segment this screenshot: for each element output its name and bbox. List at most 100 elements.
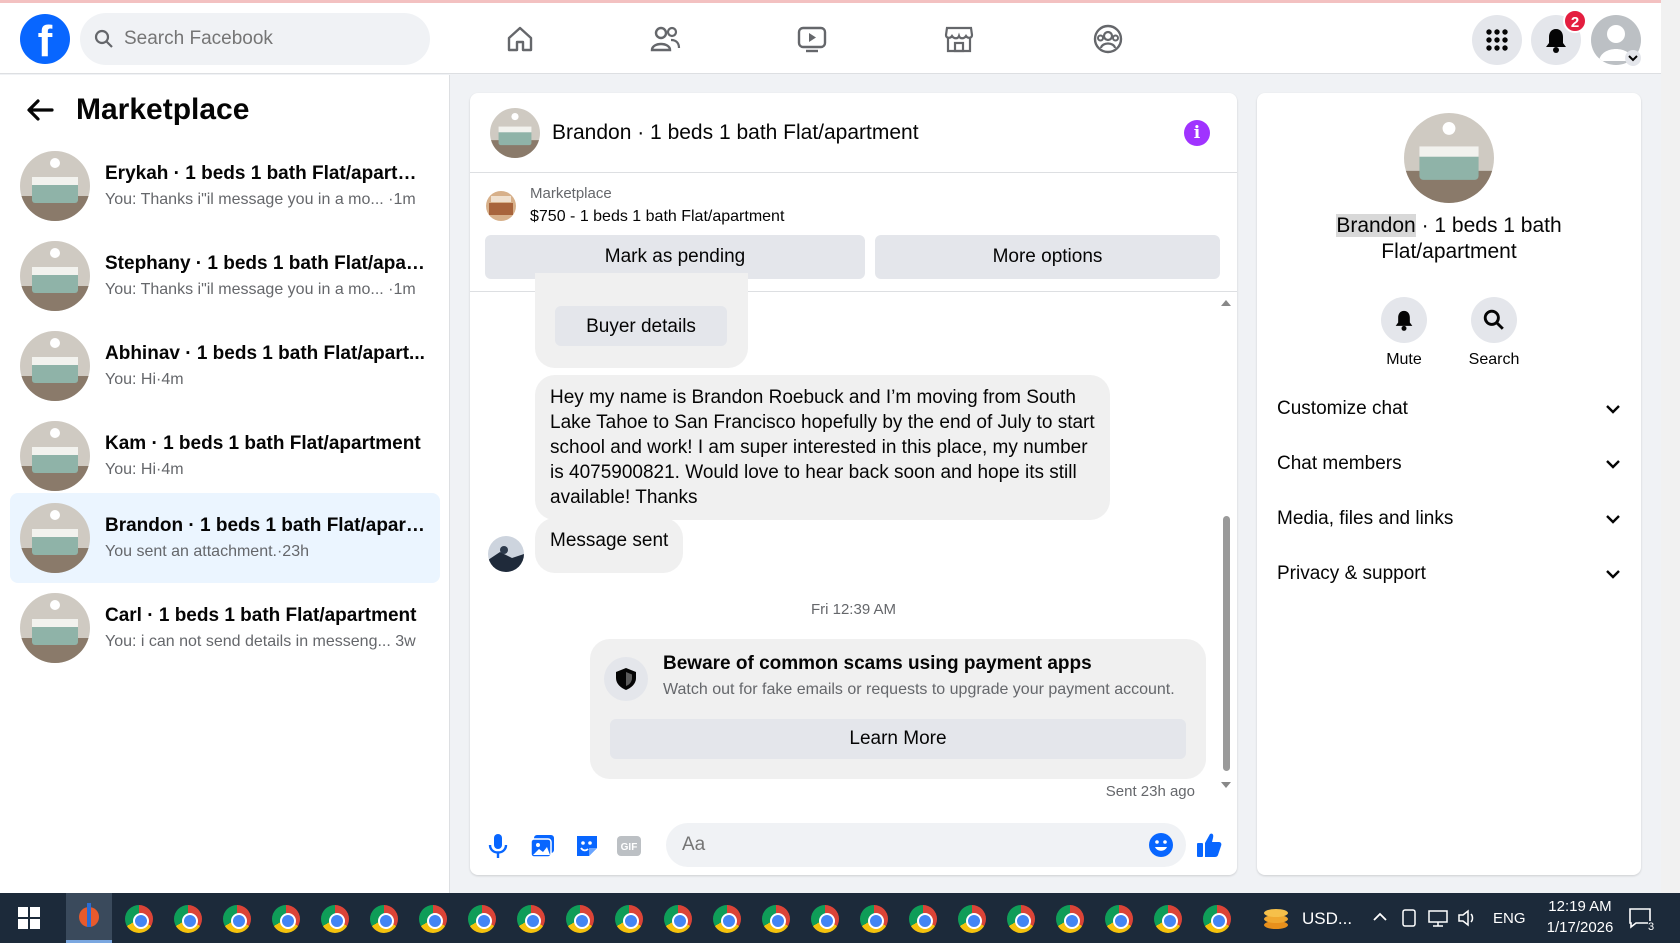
message-input-box[interactable] — [666, 823, 1186, 867]
thumbs-up-icon[interactable] — [1195, 831, 1223, 859]
language-indicator[interactable]: ENG — [1493, 910, 1526, 927]
chat-info-panel: Brandon · 1 beds 1 bath Flat/apartment M… — [1257, 93, 1641, 875]
microphone-icon[interactable] — [488, 833, 508, 859]
page-scrollbar[interactable] — [1661, 0, 1680, 893]
emoji-icon[interactable] — [1148, 832, 1174, 858]
chat-title[interactable]: Brandon · 1 beds 1 bath Flat/apartment — [552, 121, 919, 145]
facebook-logo[interactable]: f — [20, 14, 70, 64]
back-arrow-icon[interactable] — [26, 98, 54, 122]
conversation-name: Erykah · 1 beds 1 bath Flat/apartm... — [105, 163, 425, 184]
chevron-down-icon — [1606, 570, 1620, 579]
gif-icon[interactable]: GIF — [616, 835, 642, 857]
chrome-taskbar-icon[interactable] — [762, 905, 790, 933]
chrome-taskbar-icon[interactable] — [1007, 905, 1035, 933]
clock-date[interactable]: 1/17/2026 — [1537, 919, 1623, 936]
windows-start-icon[interactable] — [18, 907, 40, 929]
conversation-preview: You: Hi·4m — [105, 371, 184, 388]
chrome-taskbar-icon[interactable] — [713, 905, 741, 933]
scroll-down-icon[interactable] — [1220, 780, 1232, 790]
tablet-icon[interactable] — [1401, 909, 1417, 927]
search-box[interactable] — [80, 13, 430, 65]
chrome-taskbar-icon[interactable] — [1154, 905, 1182, 933]
chrome-taskbar-icon[interactable] — [174, 905, 202, 933]
groups-icon[interactable] — [1086, 17, 1130, 61]
chrome-taskbar-icon[interactable] — [615, 905, 643, 933]
conversation-item-carl[interactable]: Carl · 1 beds 1 bath Flat/apartment You: … — [10, 583, 440, 673]
chevron-down-icon — [1606, 460, 1620, 469]
chrome-taskbar-icon[interactable] — [370, 905, 398, 933]
chrome-taskbar-icon[interactable] — [1105, 905, 1133, 933]
sticker-icon[interactable] — [574, 833, 600, 859]
chevron-up-icon[interactable] — [1372, 912, 1388, 922]
chrome-taskbar-icon[interactable] — [664, 905, 692, 933]
conversation-list-panel: Marketplace Erykah · 1 beds 1 bath Flat/… — [0, 75, 450, 893]
mute-action[interactable]: Mute — [1359, 297, 1449, 369]
media-files-links-section[interactable]: Media, files and links — [1277, 499, 1621, 539]
conversation-item-brandon[interactable]: Brandon · 1 beds 1 bath Flat/apart... You… — [10, 493, 440, 583]
scrollbar-thumb[interactable] — [1223, 516, 1230, 771]
listing-thumbnail — [20, 151, 90, 221]
marketplace-icon[interactable] — [937, 17, 981, 61]
conversation-item-stephany[interactable]: Stephany · 1 beds 1 bath Flat/apart... Yo… — [10, 231, 440, 321]
network-icon[interactable] — [1428, 909, 1448, 927]
sender-avatar[interactable] — [488, 536, 524, 572]
more-options-button[interactable]: More options — [875, 235, 1220, 279]
bell-icon — [1395, 310, 1413, 331]
chrome-taskbar-icon[interactable] — [321, 905, 349, 933]
conversation-preview: You: i can not send details in messeng..… — [105, 633, 416, 650]
info-icon[interactable]: i — [1184, 120, 1210, 146]
chrome-taskbar-icon[interactable] — [517, 905, 545, 933]
chevron-down-icon[interactable] — [1625, 50, 1641, 66]
conversation-item-abhinav[interactable]: Abhinav · 1 beds 1 bath Flat/apart... You… — [10, 321, 440, 411]
conversation-preview: You: Thanks i"il message you in a mo... … — [105, 281, 416, 298]
privacy-support-section[interactable]: Privacy & support — [1277, 554, 1621, 594]
shield-icon — [604, 657, 648, 701]
friends-icon[interactable] — [643, 17, 687, 61]
chrome-taskbar-icon[interactable] — [811, 905, 839, 933]
buyer-details-button[interactable]: Buyer details — [555, 306, 727, 346]
context-price: $750 - 1 beds 1 bath Flat/apartment — [530, 208, 785, 225]
listing-thumbnail-small[interactable] — [486, 191, 516, 221]
chrome-taskbar-icon[interactable] — [419, 905, 447, 933]
currency-coins-icon[interactable] — [1262, 905, 1290, 931]
chrome-taskbar-icon[interactable] — [272, 905, 300, 933]
conversation-item-erykah[interactable]: Erykah · 1 beds 1 bath Flat/apartm... You… — [10, 141, 440, 231]
chrome-taskbar-icon[interactable] — [223, 905, 251, 933]
customize-chat-section[interactable]: Customize chat — [1277, 389, 1621, 429]
message-bubble: Hey my name is Brandon Roebuck and I’m m… — [535, 375, 1110, 520]
chrome-taskbar-icon[interactable] — [860, 905, 888, 933]
message-input[interactable] — [682, 834, 1122, 856]
chat-members-section[interactable]: Chat members — [1277, 444, 1621, 484]
chrome-taskbar-icon[interactable] — [958, 905, 986, 933]
conversation-item-kam[interactable]: Kam · 1 beds 1 bath Flat/apartment You: H… — [10, 411, 440, 501]
photo-icon[interactable] — [530, 833, 556, 859]
scroll-up-icon[interactable] — [1220, 298, 1232, 308]
clock-time[interactable]: 12:19 AM — [1541, 898, 1619, 915]
chrome-taskbar-icon[interactable] — [125, 905, 153, 933]
home-icon[interactable] — [498, 17, 542, 61]
chrome-taskbar-icon[interactable] — [566, 905, 594, 933]
search-action[interactable]: Search — [1449, 297, 1539, 369]
search-input[interactable] — [124, 28, 384, 50]
listing-thumbnail — [20, 503, 90, 573]
menu-grid-button[interactable] — [1472, 15, 1522, 65]
chat-scrollbar[interactable] — [1220, 298, 1232, 788]
chat-avatar[interactable] — [490, 107, 540, 158]
chrome-taskbar-icon[interactable] — [909, 905, 937, 933]
marketplace-header: Marketplace — [26, 93, 249, 127]
chrome-taskbar-icon[interactable] — [468, 905, 496, 933]
chrome-taskbar-icon[interactable] — [1203, 905, 1231, 933]
volume-icon[interactable] — [1457, 909, 1477, 927]
profile-picture[interactable] — [1404, 113, 1494, 203]
conversation-name: Abhinav · 1 beds 1 bath Flat/apart... — [105, 343, 425, 364]
conversation-name: Brandon · 1 beds 1 bath Flat/apart... — [105, 515, 425, 536]
chevron-down-icon — [1606, 405, 1620, 414]
chrome-taskbar-icon[interactable] — [1056, 905, 1084, 933]
active-app-icon[interactable] — [66, 893, 112, 943]
watch-icon[interactable] — [790, 17, 834, 61]
top-navigation-bar: f 2 — [0, 0, 1680, 74]
currency-label[interactable]: USD... — [1302, 909, 1352, 929]
message-composer: GIF — [470, 813, 1237, 875]
section-label: Chat members — [1277, 453, 1402, 474]
learn-more-button[interactable]: Learn More — [610, 719, 1186, 759]
